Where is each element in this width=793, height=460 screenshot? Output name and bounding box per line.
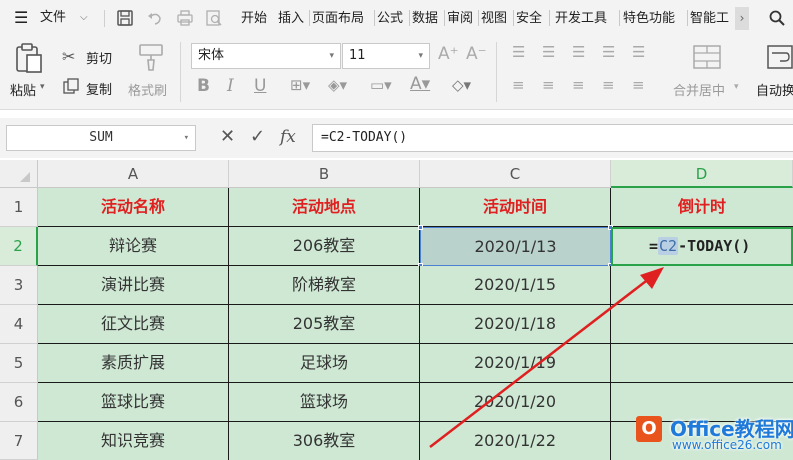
- name-box-value: SUM: [89, 130, 113, 145]
- align-middle-icon[interactable]: ☰: [542, 43, 555, 61]
- outdent-icon[interactable]: ☰: [632, 43, 645, 61]
- chevron-down-icon[interactable]: ▾: [40, 82, 45, 92]
- hamburger-menu-icon[interactable]: ☰: [14, 0, 28, 36]
- paste-button[interactable]: 粘贴: [10, 80, 36, 99]
- font-name-select[interactable]: 宋体 ▾: [191, 43, 341, 69]
- auto-wrap-button[interactable]: 自动换: [756, 80, 793, 99]
- undo-icon[interactable]: [146, 9, 164, 27]
- formula-bar: SUM ▾ ✕ ✓ fx =C2-TODAY(): [0, 118, 793, 158]
- tab-insert[interactable]: 插入: [277, 7, 305, 30]
- wrap-text-icon: [767, 45, 793, 69]
- increase-font-size-icon[interactable]: A⁺: [438, 44, 459, 64]
- font-size-value: 11: [349, 48, 366, 63]
- font-size-select[interactable]: 11 ▾: [342, 43, 430, 69]
- justify-icon[interactable]: ≡: [602, 76, 615, 94]
- italic-icon[interactable]: I: [227, 76, 234, 96]
- file-menu[interactable]: 文件: [40, 0, 66, 36]
- align-top-icon[interactable]: ☰: [512, 43, 525, 61]
- cancel-icon[interactable]: ✕: [220, 126, 235, 147]
- tab-special-features[interactable]: 特色功能: [622, 7, 676, 30]
- print-preview-icon[interactable]: [205, 9, 223, 27]
- tab-home[interactable]: 开始: [240, 7, 268, 30]
- align-left-icon[interactable]: ≡: [512, 76, 525, 94]
- ribbon-toolbar: 粘贴 ▾ ✂ 剪切 复制 格式刷 宋体 ▾ 11 ▾ A⁺ A⁻ B I U ⊞…: [0, 36, 793, 110]
- font-color-icon[interactable]: A▾: [410, 74, 430, 94]
- underline-icon[interactable]: U: [254, 76, 266, 96]
- watermark-url: www.office26.com: [672, 438, 782, 452]
- tab-data[interactable]: 数据: [411, 7, 439, 30]
- tab-security[interactable]: 安全: [515, 7, 543, 30]
- tab-smart-tools[interactable]: 智能工: [689, 7, 730, 30]
- align-right-icon[interactable]: ≡: [572, 76, 585, 94]
- text-box-icon[interactable]: ▭▾: [370, 76, 392, 94]
- chevron-down-icon: ▾: [329, 51, 334, 61]
- align-bottom-icon[interactable]: ☰: [572, 43, 585, 61]
- save-icon[interactable]: [116, 9, 134, 27]
- fill-color-icon[interactable]: ◈▾: [328, 76, 347, 94]
- align-center-icon[interactable]: ≡: [542, 76, 555, 94]
- border-icon[interactable]: ⊞▾: [290, 76, 310, 94]
- format-painter-button[interactable]: 格式刷: [128, 80, 167, 99]
- format-painter-icon: [139, 44, 163, 71]
- scissors-icon: ✂: [62, 47, 76, 66]
- tab-page-layout[interactable]: 页面布局: [311, 7, 365, 30]
- merge-center-button[interactable]: 合并居中: [673, 80, 725, 99]
- chevron-down-icon[interactable]: ▾: [734, 82, 739, 92]
- chevron-down-icon[interactable]: ⌵: [80, 0, 88, 36]
- confirm-icon[interactable]: ✓: [250, 126, 265, 147]
- eraser-icon[interactable]: ◇▾: [452, 76, 471, 94]
- cut-button[interactable]: 剪切: [86, 48, 112, 67]
- indent-icon[interactable]: ☰: [602, 43, 615, 61]
- copy-icon: [63, 78, 79, 94]
- formula-input[interactable]: =C2-TODAY(): [312, 124, 793, 152]
- name-box[interactable]: SUM ▾: [6, 125, 196, 151]
- copy-button[interactable]: 复制: [86, 79, 112, 98]
- distributed-icon[interactable]: ≡: [632, 76, 645, 94]
- insert-function-icon[interactable]: fx: [280, 127, 296, 147]
- search-icon[interactable]: [768, 9, 786, 27]
- print-icon[interactable]: [176, 9, 194, 27]
- merge-center-icon: [693, 45, 721, 69]
- separator: [104, 10, 105, 27]
- font-name-value: 宋体: [198, 48, 225, 63]
- more-tabs-button[interactable]: ›: [735, 7, 749, 30]
- tab-view[interactable]: 视图: [480, 7, 508, 30]
- office-logo-icon: O: [636, 416, 662, 442]
- chevron-down-icon: ▾: [183, 133, 189, 143]
- tab-review[interactable]: 审阅: [446, 7, 474, 30]
- tab-formulas[interactable]: 公式: [376, 7, 404, 30]
- watermark: O Office教程网 www.office26.com: [632, 414, 793, 454]
- bold-icon[interactable]: B: [197, 76, 210, 96]
- paste-icon[interactable]: [14, 42, 44, 74]
- menu-bar: ☰ 文件 ⌵ 开始 插入 页面布局 公式 数据 审阅 视图 安全 开发工具 特色…: [0, 0, 793, 36]
- decrease-font-size-icon[interactable]: A⁻: [466, 44, 487, 64]
- chevron-down-icon: ▾: [418, 51, 423, 61]
- tab-developer-tools[interactable]: 开发工具: [554, 7, 608, 30]
